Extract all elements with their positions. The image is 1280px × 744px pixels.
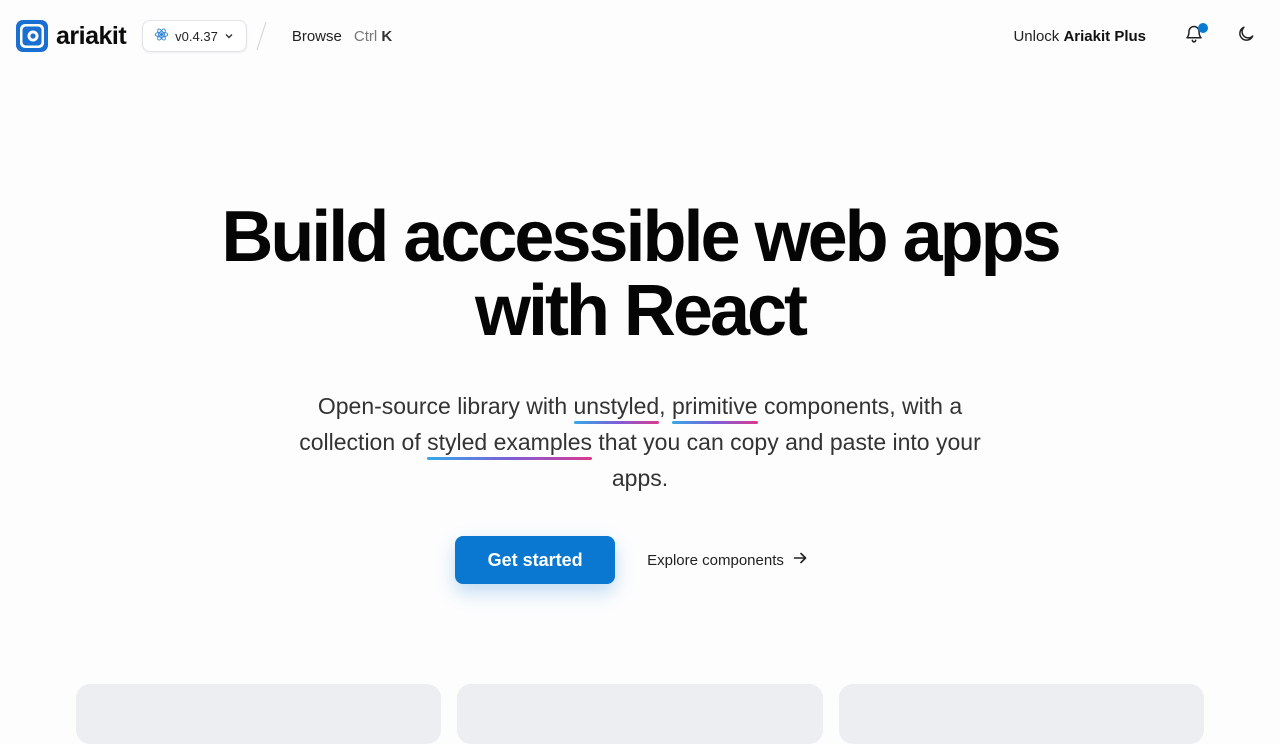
- react-icon: [154, 27, 169, 45]
- unlock-plus-link[interactable]: Unlock Ariakit Plus: [1013, 28, 1146, 45]
- explore-components-link[interactable]: Explore components: [647, 550, 808, 570]
- hero-subtitle-part-2: ,: [659, 393, 672, 419]
- version-select-button[interactable]: v0.4.37: [142, 20, 247, 52]
- notifications-button[interactable]: [1176, 18, 1212, 54]
- highlight-unstyled: unstyled: [573, 388, 659, 424]
- brand-name: ariakit: [56, 21, 127, 50]
- feature-card[interactable]: [457, 684, 823, 744]
- arrow-right-icon: [792, 550, 808, 570]
- unlock-product: Ariakit Plus: [1063, 27, 1146, 45]
- hero-title-line-2: with React: [474, 271, 808, 351]
- feature-cards: [76, 684, 1204, 744]
- hero-subtitle-part-1: Open-source library with: [317, 393, 574, 419]
- keyboard-shortcut: Ctrl K: [354, 28, 392, 45]
- unlock-prefix: Unlock: [1013, 27, 1060, 45]
- shortcut-modifier: Ctrl: [353, 27, 378, 45]
- feature-card[interactable]: [838, 684, 1204, 744]
- shortcut-key: K: [381, 27, 393, 45]
- browse-label: Browse: [291, 27, 342, 45]
- hero-title-line-1: Build accessible web apps: [221, 197, 1061, 277]
- explore-components-label: Explore components: [647, 551, 784, 569]
- highlight-styled-examples: styled examples: [427, 424, 592, 460]
- hero-subtitle: Open-source library with unstyled, primi…: [270, 388, 1010, 496]
- ariakit-logo-icon: [16, 20, 48, 52]
- notification-dot: [1198, 23, 1208, 33]
- get-started-button[interactable]: Get started: [455, 536, 616, 584]
- chevron-down-icon: [224, 29, 234, 44]
- top-navigation: ariakit v0.4.37 Browse Ctrl K Unlock Ari…: [0, 0, 1280, 72]
- version-label: v0.4.37: [175, 28, 218, 44]
- header-actions: Unlock Ariakit Plus: [1013, 18, 1264, 54]
- highlight-primitive: primitive: [671, 388, 758, 424]
- moon-icon: [1236, 24, 1256, 49]
- hero-subtitle-part-4: that you can copy and paste into your ap…: [592, 429, 981, 491]
- hero-actions: Get started Explore components: [0, 536, 1280, 584]
- hero-title: Build accessible web apps with React: [0, 200, 1280, 348]
- browse-search-button[interactable]: Browse Ctrl K: [292, 28, 392, 45]
- feature-card[interactable]: [76, 684, 442, 744]
- theme-toggle-button[interactable]: [1228, 18, 1264, 54]
- breadcrumb-divider: [256, 22, 267, 50]
- brand-link[interactable]: ariakit: [16, 20, 127, 52]
